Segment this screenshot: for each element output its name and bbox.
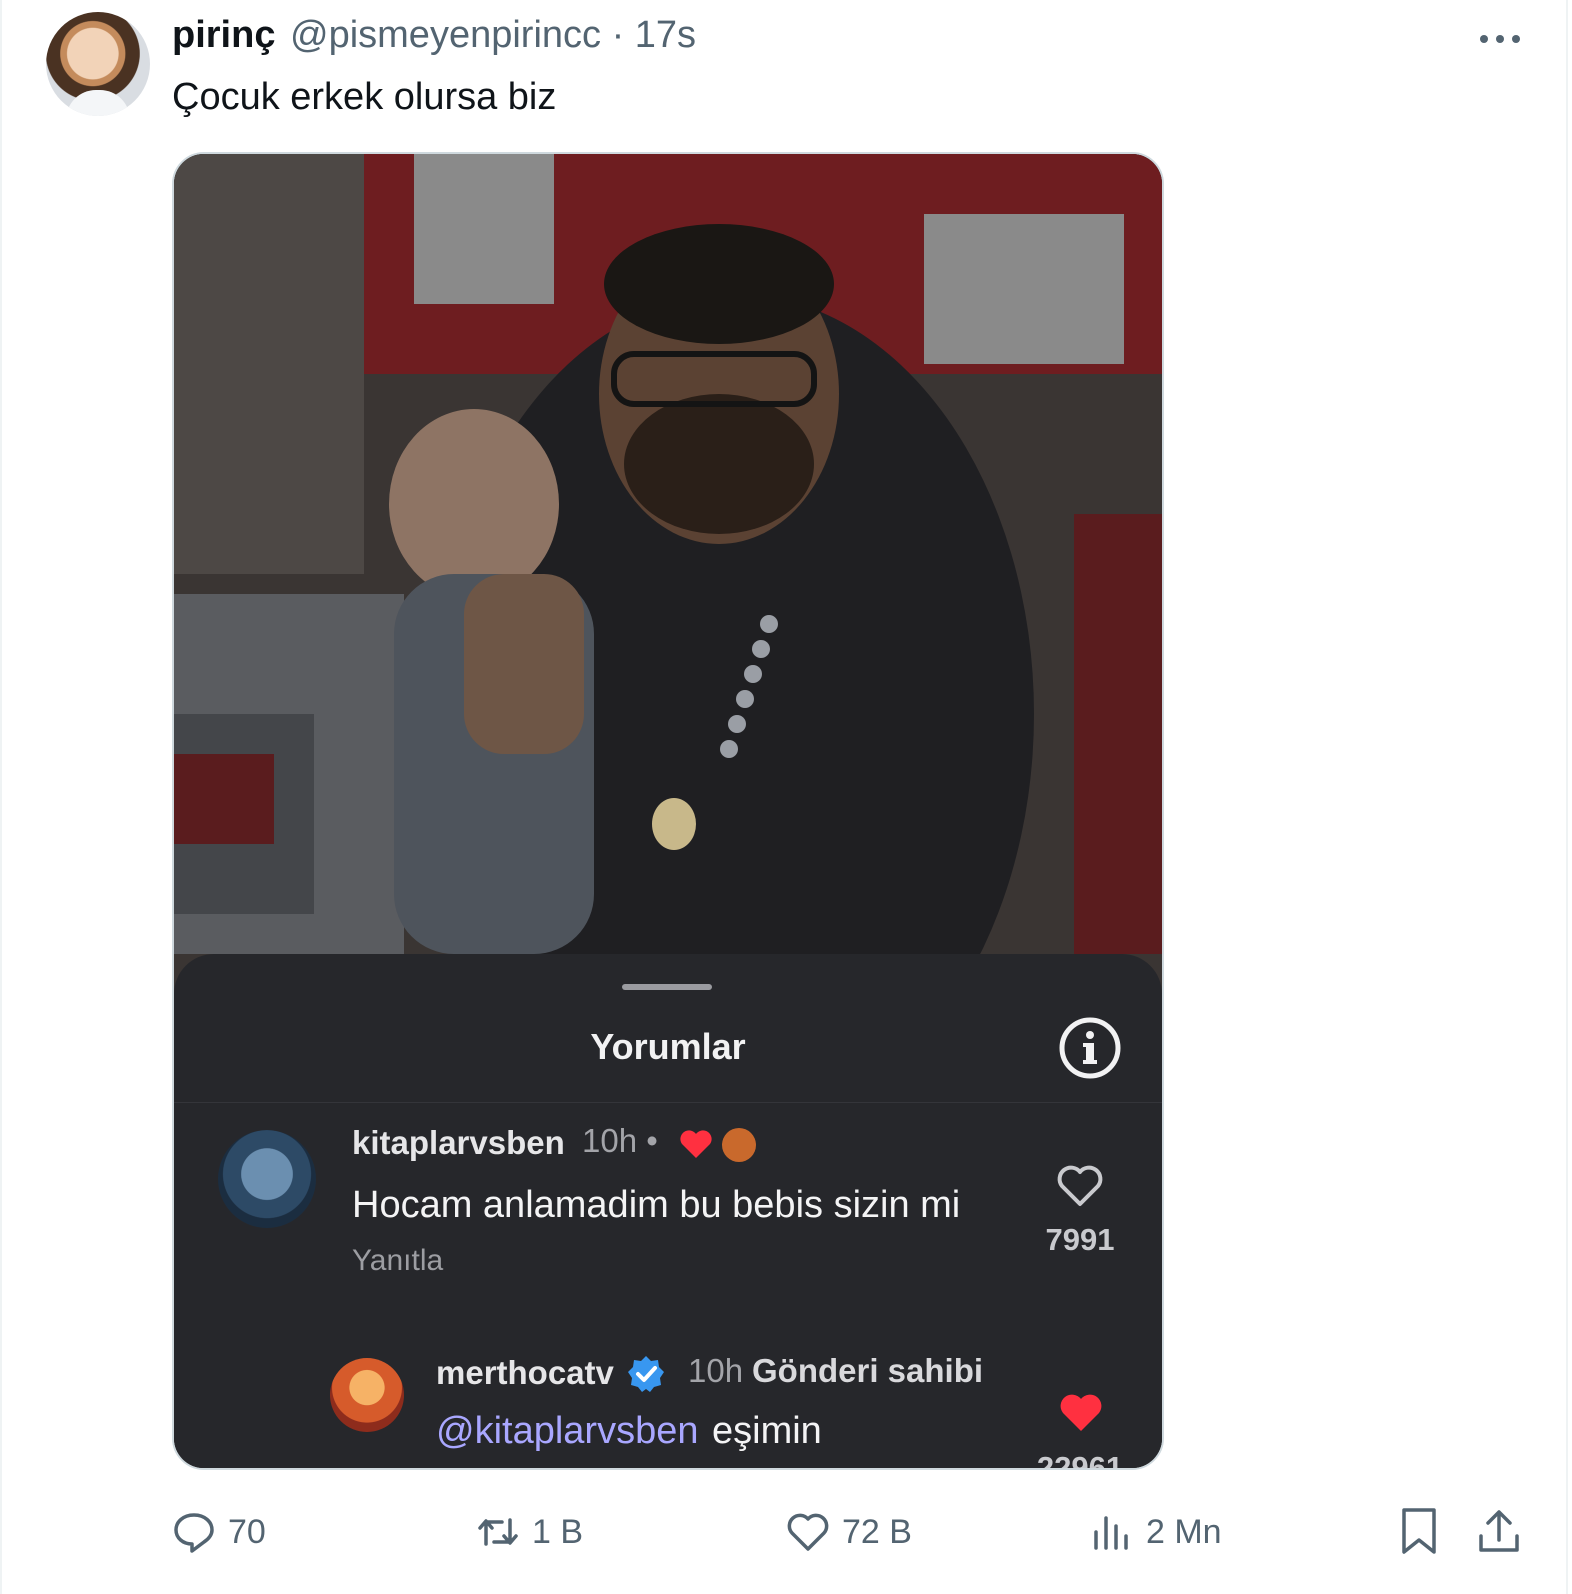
heart-icon (787, 1513, 829, 1551)
sheet-grabber[interactable] (622, 984, 712, 990)
timeline-border-right (1566, 0, 1568, 1594)
views-button[interactable]: 2 Mn (1090, 1504, 1222, 1560)
reply-button[interactable]: 70 (172, 1504, 266, 1560)
like-button[interactable]: 72 B (786, 1504, 912, 1560)
post-owner-label: Gönderi sahibi (752, 1352, 984, 1389)
comment-avatar[interactable] (218, 1130, 316, 1228)
bookmark-icon[interactable] (1398, 1506, 1440, 1556)
comment-like-count: 7991 (1045, 1222, 1115, 1257)
comment-time: 10h • (582, 1122, 658, 1159)
comment-like-count: 22961 (1036, 1450, 1124, 1470)
sheet-title: Yorumlar (590, 1026, 746, 1067)
retweet-icon (478, 1518, 518, 1546)
user-avatar[interactable] (46, 12, 150, 116)
creator-mini-avatar (722, 1128, 756, 1162)
comment-like-heart-icon[interactable] (1056, 1164, 1104, 1208)
handle-and-timestamp[interactable]: @pismeyenpirincc · 17s (290, 14, 696, 57)
retweet-button[interactable]: 1 B (476, 1504, 583, 1560)
display-name[interactable]: pirinç (172, 14, 275, 57)
tweet-text: Çocuk erkek olursa biz (172, 76, 557, 118)
comment-mention[interactable]: @kitaplarvsben (436, 1410, 698, 1453)
comments-sheet: Yorumlar kitaplarvsben 10h • Hocam anlam… (174, 954, 1162, 1470)
share-icon[interactable] (1476, 1506, 1522, 1556)
views-count: 2 Mn (1146, 1512, 1222, 1551)
comment-time: 10h (688, 1352, 744, 1389)
like-count: 72 B (842, 1512, 912, 1551)
reply-link[interactable]: Yanıtla (352, 1244, 443, 1278)
comment-text: eşimin (712, 1410, 822, 1452)
views-chart-icon (1094, 1516, 1128, 1550)
info-icon[interactable] (1058, 1016, 1122, 1080)
reply-count: 70 (228, 1512, 266, 1551)
creator-liked-heart-icon (680, 1130, 712, 1158)
avatar-shirt (66, 90, 130, 116)
more-options-icon[interactable] (1476, 24, 1524, 54)
comment-liked-heart-icon[interactable] (1058, 1392, 1104, 1434)
sheet-divider (174, 1102, 1162, 1103)
comment-avatar[interactable] (330, 1358, 404, 1432)
tweet-media[interactable]: Yorumlar kitaplarvsben 10h • Hocam anlam… (172, 152, 1164, 1470)
reply-icon (174, 1513, 214, 1553)
comment-text: Hocam anlamadim bu bebis sizin mi (352, 1184, 961, 1226)
verified-badge-icon (628, 1356, 664, 1392)
timeline-border-left (0, 0, 2, 1594)
retweet-count: 1 B (532, 1512, 584, 1551)
comment-username[interactable]: merthocatv (436, 1354, 614, 1392)
comment-username[interactable]: kitaplarvsben (352, 1124, 565, 1162)
